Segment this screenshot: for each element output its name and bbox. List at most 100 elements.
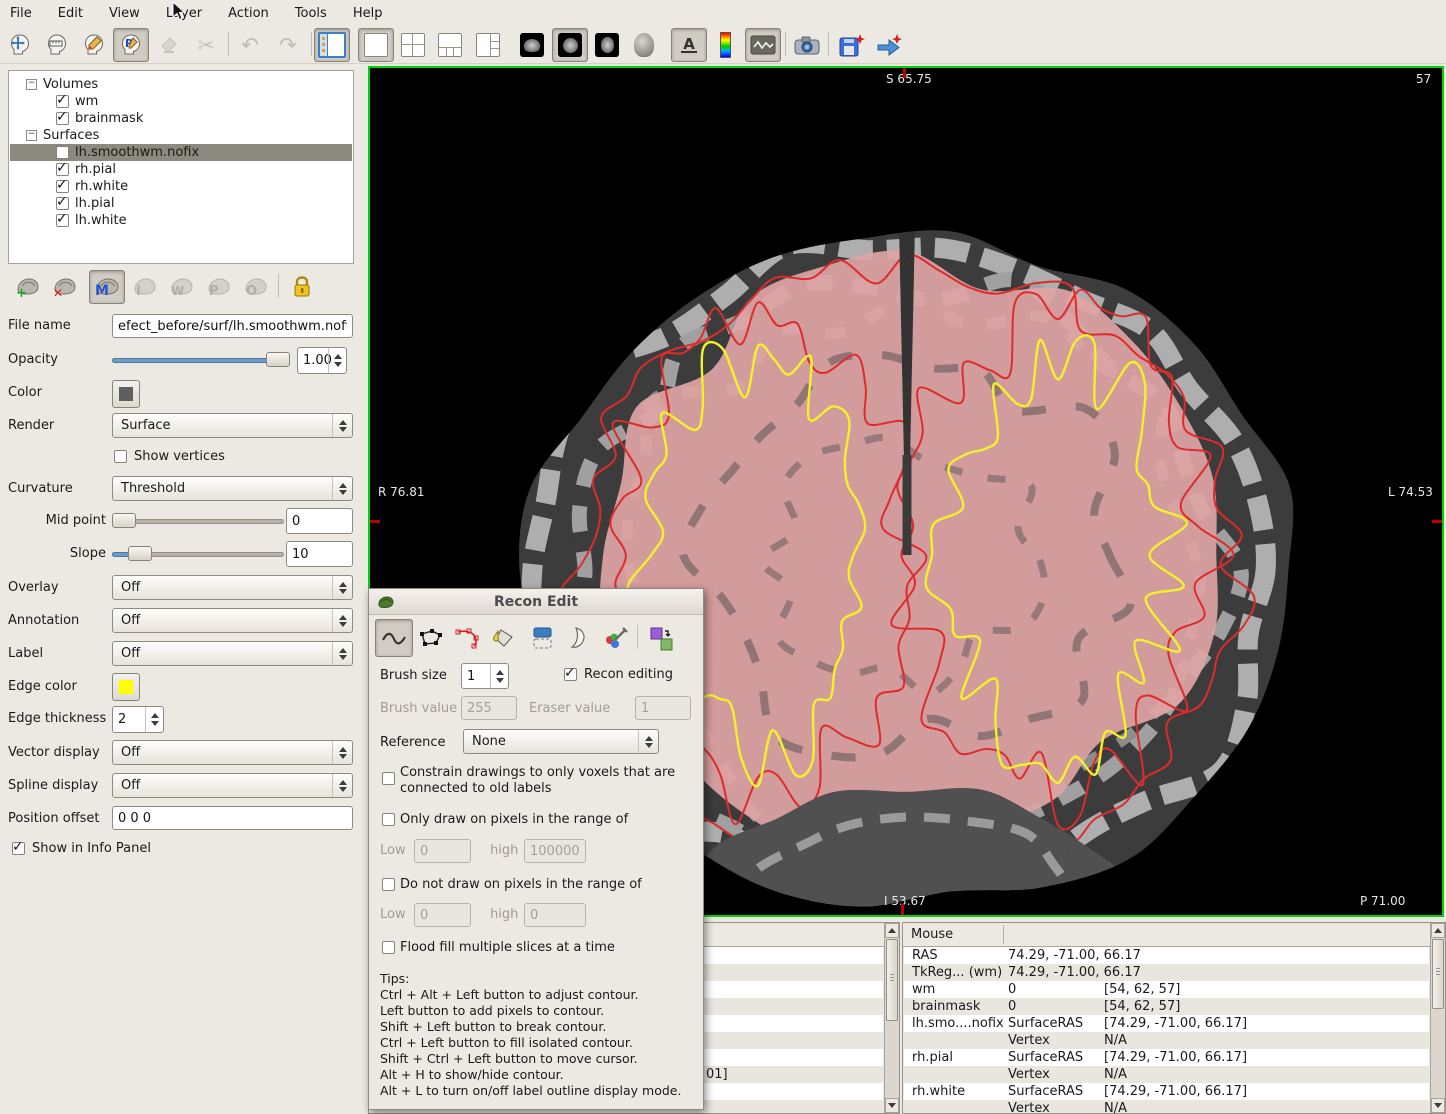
spinner-arrows-icon[interactable] — [145, 707, 163, 732]
curvature-select[interactable]: Threshold — [112, 476, 353, 501]
label-select[interactable]: Off — [112, 641, 353, 666]
only-draw-high-input[interactable] — [524, 839, 586, 863]
recon-edit-tool-button[interactable]: R — [113, 28, 149, 62]
axial-view-button[interactable] — [589, 28, 625, 62]
lock-layer-button[interactable] — [284, 270, 320, 304]
layout-2x2-button[interactable] — [395, 28, 431, 62]
collapse-icon[interactable]: − — [26, 79, 37, 90]
scroll-up-button[interactable] — [885, 923, 899, 938]
opacity-spinner[interactable] — [297, 347, 347, 374]
do-not-draw-high-input[interactable] — [524, 903, 586, 927]
do-not-draw-low-input[interactable] — [414, 903, 471, 927]
pial-surface-button[interactable]: P — [201, 270, 237, 304]
menu-action[interactable]: Action — [228, 6, 269, 21]
tree-item-rh-pial[interactable]: rh.pial — [10, 161, 352, 178]
position-offset-input[interactable] — [112, 806, 353, 830]
livewire-tool-button[interactable] — [449, 619, 487, 657]
overlay-select[interactable]: Off — [112, 575, 353, 600]
slider-handle[interactable] — [266, 352, 290, 367]
visibility-checkbox[interactable] — [56, 197, 69, 210]
menu-tools[interactable]: Tools — [295, 6, 327, 21]
unload-surface-button[interactable]: ✕ — [47, 270, 83, 304]
scrollbar-thumb[interactable] — [1432, 939, 1444, 1009]
roi-fill-tool-button[interactable] — [151, 28, 187, 62]
cut-line-tool-button[interactable]: ✂ — [188, 28, 224, 62]
tree-item-brainmask[interactable]: brainmask — [10, 110, 352, 127]
scroll-down-button[interactable] — [1431, 1098, 1445, 1113]
opacity-slider[interactable] — [112, 349, 290, 371]
colorpicker-tool-button[interactable] — [597, 619, 635, 657]
only-draw-checkbox[interactable] — [382, 813, 395, 826]
brush-value-input[interactable] — [461, 696, 517, 720]
slider-handle[interactable] — [112, 513, 136, 528]
screenshot-button[interactable] — [789, 28, 825, 62]
eraser-value-input[interactable] — [635, 696, 691, 720]
slope-input[interactable] — [286, 541, 353, 567]
do-not-draw-checkbox[interactable] — [382, 878, 395, 891]
time-course-button[interactable] — [745, 28, 781, 62]
voxel-edit-tool-button[interactable] — [76, 28, 112, 62]
navigate-tool-button[interactable] — [2, 28, 38, 62]
show-vertices-checkbox[interactable] — [114, 450, 127, 463]
polyline-tool-button[interactable] — [412, 619, 450, 657]
fill-tool-button[interactable] — [486, 619, 524, 657]
vector-display-select[interactable]: Off — [112, 740, 353, 765]
layout-1x1-button[interactable] — [358, 28, 394, 62]
file-name-input[interactable] — [112, 314, 353, 338]
swap-paste-tool-button[interactable] — [643, 619, 681, 657]
load-surface-button[interactable]: + — [10, 270, 46, 304]
spinner-arrows-icon[interactable] — [490, 664, 508, 688]
main-surface-button[interactable]: M — [89, 270, 125, 304]
visibility-checkbox[interactable] — [56, 112, 69, 125]
scroll-up-button[interactable] — [1431, 923, 1445, 938]
3d-view-button[interactable] — [626, 28, 662, 62]
spline-display-select[interactable]: Off — [112, 773, 353, 798]
menu-file[interactable]: File — [10, 6, 32, 21]
redo-button[interactable]: ↷ — [270, 28, 306, 62]
tree-item-lh-white[interactable]: lh.white — [10, 212, 352, 229]
visibility-checkbox[interactable] — [56, 180, 69, 193]
menu-view[interactable]: View — [109, 6, 140, 21]
flood-fill-checkbox[interactable] — [382, 941, 395, 954]
visibility-checkbox[interactable] — [56, 163, 69, 176]
show-labels-button[interactable]: A — [671, 28, 707, 62]
only-draw-low-input[interactable] — [414, 839, 471, 863]
coronal-view-button[interactable] — [552, 28, 588, 62]
reference-select[interactable]: None — [463, 729, 659, 754]
edge-color-swatch[interactable] — [112, 673, 140, 701]
tree-section-surfaces[interactable]: −Surfaces — [10, 127, 352, 144]
slope-slider[interactable] — [112, 543, 284, 565]
tree-item-rh-white[interactable]: rh.white — [10, 178, 352, 195]
recon-editing-checkbox[interactable] — [564, 668, 577, 681]
layout-1x3-button[interactable] — [432, 28, 468, 62]
measure-tool-button[interactable] — [39, 28, 75, 62]
freehand-tool-button[interactable] — [375, 619, 413, 657]
edge-thickness-spinner[interactable] — [112, 706, 164, 733]
scroll-down-button[interactable] — [885, 1098, 899, 1113]
show-in-info-panel-checkbox[interactable] — [12, 842, 25, 855]
white-surface-button[interactable]: W — [164, 270, 200, 304]
save-point-set-button[interactable] — [834, 28, 870, 62]
mid-point-input[interactable] — [286, 508, 353, 534]
brush-size-spinner[interactable] — [461, 663, 509, 689]
surface-color-swatch[interactable] — [112, 380, 140, 408]
collapse-icon[interactable]: − — [26, 130, 37, 141]
menu-edit[interactable]: Edit — [58, 6, 83, 21]
tree-item-lh-pial[interactable]: lh.pial — [10, 195, 352, 212]
mid-point-slider[interactable] — [112, 510, 284, 532]
tree-section-volumes[interactable]: −Volumes — [10, 76, 352, 93]
constrain-checkbox[interactable] — [382, 772, 395, 785]
annotation-select[interactable]: Off — [112, 608, 353, 633]
spinner-arrows-icon[interactable] — [328, 348, 346, 373]
render-select[interactable]: Surface — [112, 413, 353, 438]
toggle-control-panel-button[interactable] — [314, 28, 350, 62]
undo-button[interactable]: ↶ — [232, 28, 268, 62]
visibility-checkbox[interactable] — [56, 146, 69, 159]
clone-tool-button[interactable] — [523, 619, 561, 657]
inflated-surface-button[interactable]: I — [127, 270, 163, 304]
dialog-title-bar[interactable]: Recon Edit — [369, 589, 703, 615]
tree-item-wm[interactable]: wm — [10, 93, 352, 110]
goto-point-button[interactable] — [871, 28, 907, 62]
original-surface-button[interactable]: O — [238, 270, 274, 304]
mouse-panel-scrollbar[interactable] — [1430, 923, 1445, 1113]
